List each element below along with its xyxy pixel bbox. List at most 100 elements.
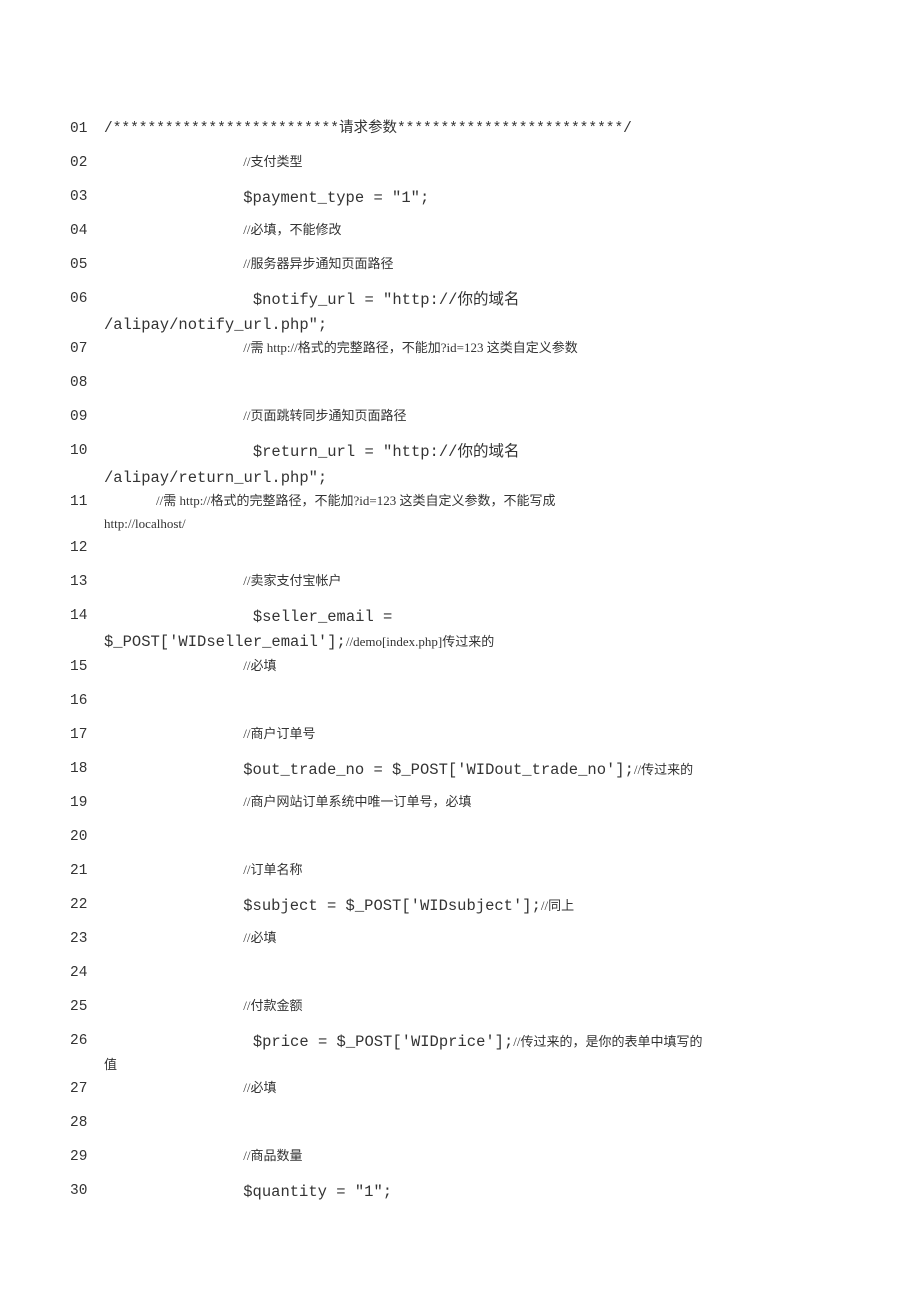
indent [104,574,243,590]
line-number: 16 [70,690,104,724]
code-row: 08 [70,372,850,406]
line-number: 18 [70,758,104,792]
code-line: //需 http://格式的完整路径，不能加?id=123 这类自定义参数，不能… [104,491,850,537]
code-comment: //商户订单号 [243,726,315,741]
code-comment: //商品数量 [243,1148,302,1163]
code-row: 20 [70,826,850,860]
code-text: $subject = $_POST['WIDsubject']; [243,897,541,915]
code-row: 04 //必填，不能修改 [70,220,850,254]
code-row: 29 //商品数量 [70,1146,850,1180]
line-number: 13 [70,571,104,605]
line-number: 24 [70,962,104,996]
code-row: 07 //需 http://格式的完整路径，不能加?id=123 这类自定义参数 [70,338,850,372]
line-number: 20 [70,826,104,860]
code-row: 10 $return_url = "http://你的域名 /alipay/re… [70,440,850,490]
code-row: 13 //卖家支付宝帐户 [70,571,850,605]
code-comment: //传过来的 [634,762,693,777]
indent [104,1185,243,1201]
code-comment: //必填，不能修改 [243,222,341,237]
line-number: 14 [70,605,104,655]
indent [104,795,243,811]
code-line: $price = $_POST['WIDprice'];//传过来的，是你的表单… [104,1030,850,1078]
code-line: //商品数量 [104,1146,850,1180]
code-line: //必填 [104,656,850,690]
indent [104,341,243,357]
indent [104,1149,243,1165]
code-line [104,372,850,406]
code-line: //必填 [104,1078,850,1112]
line-number: 28 [70,1112,104,1146]
code-row: 26 $price = $_POST['WIDprice'];//传过来的，是你… [70,1030,850,1078]
code-text: $price = $_POST['WIDprice']; [104,1033,513,1051]
code-row: 15 //必填 [70,656,850,690]
indent [104,659,243,675]
code-text: $payment_type = "1"; [243,189,429,207]
indent [104,223,243,239]
line-number: 06 [70,288,104,338]
line-number: 21 [70,860,104,894]
line-number: 27 [70,1078,104,1112]
code-comment: //必填 [243,930,276,945]
code-line: $subject = $_POST['WIDsubject'];//同上 [104,894,850,928]
code-line: //付款金额 [104,996,850,1030]
code-text: /**************************请求参数*********… [104,121,632,137]
code-comment: //服务器异步通知页面路径 [243,256,393,271]
code-line [104,690,850,724]
document-page: 01/**************************请求参数*******… [0,0,920,1254]
code-line: $notify_url = "http://你的域名 /alipay/notif… [104,288,850,338]
code-line: //需 http://格式的完整路径，不能加?id=123 这类自定义参数 [104,338,850,372]
code-comment: //需 http://格式的完整路径，不能加?id=123 这类自定义参数 [243,340,578,355]
code-row: 12 [70,537,850,571]
code-listing: 01/**************************请求参数*******… [70,118,850,1214]
code-row: 11 //需 http://格式的完整路径，不能加?id=123 这类自定义参数… [70,491,850,537]
indent [104,257,243,273]
line-number: 22 [70,894,104,928]
code-comment: //必填 [243,1080,276,1095]
code-line: //卖家支付宝帐户 [104,571,850,605]
code-row: 01/**************************请求参数*******… [70,118,850,152]
code-row: 17 //商户订单号 [70,724,850,758]
indent [104,763,243,779]
code-comment: //必填 [243,658,276,673]
code-line: //商户订单号 [104,724,850,758]
code-row: 25 //付款金额 [70,996,850,1030]
code-row: 16 [70,690,850,724]
code-row: 05 //服务器异步通知页面路径 [70,254,850,288]
indent [104,409,243,425]
line-number: 02 [70,152,104,186]
code-comment: //页面跳转同步通知页面路径 [243,408,406,423]
line-number: 08 [70,372,104,406]
code-row: 28 [70,1112,850,1146]
code-text: $return_url = "http://你的域名 /alipay/retur… [104,443,519,486]
code-text: $out_trade_no = $_POST['WIDout_trade_no'… [243,761,634,779]
line-number: 30 [70,1180,104,1214]
line-number: 04 [70,220,104,254]
line-number: 11 [70,491,104,537]
code-comment: //demo[index.php]传过来的 [346,634,494,649]
code-row: 24 [70,962,850,996]
indent [104,931,243,947]
indent [104,1081,243,1097]
line-number: 26 [70,1030,104,1078]
code-row: 21 //订单名称 [70,860,850,894]
code-line: //订单名称 [104,860,850,894]
indent [104,863,243,879]
code-row: 30 $quantity = "1"; [70,1180,850,1214]
line-number: 05 [70,254,104,288]
code-row: 23 //必填 [70,928,850,962]
code-comment: //支付类型 [243,154,302,169]
line-number: 29 [70,1146,104,1180]
code-line: //商户网站订单系统中唯一订单号，必填 [104,792,850,826]
line-number: 01 [70,118,104,152]
code-comment: //卖家支付宝帐户 [243,573,341,588]
code-comment: //同上 [541,898,574,913]
line-number: 25 [70,996,104,1030]
line-number: 17 [70,724,104,758]
code-text: $quantity = "1"; [243,1183,392,1201]
code-line [104,537,850,571]
code-line: $quantity = "1"; [104,1180,850,1214]
code-text: $notify_url = "http://你的域名 /alipay/notif… [104,291,519,334]
code-line: /**************************请求参数*********… [104,118,850,152]
indent [104,727,243,743]
code-row: 27 //必填 [70,1078,850,1112]
